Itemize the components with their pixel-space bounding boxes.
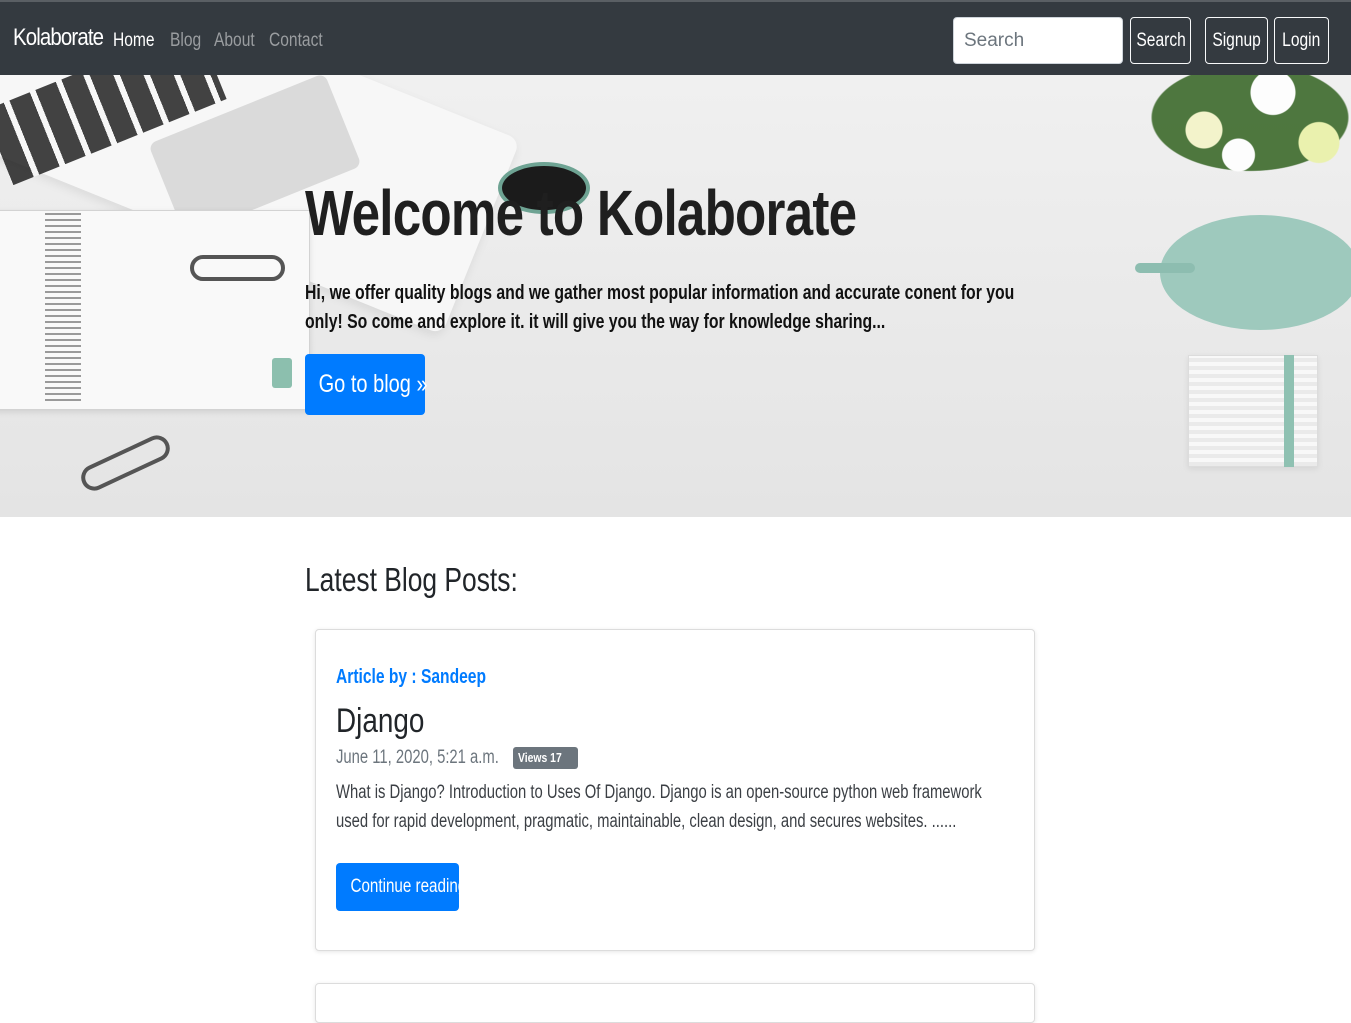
notebook-spiral-illustration: [45, 213, 81, 405]
post-title: Django: [336, 702, 425, 740]
brand-logo[interactable]: Kolaborate: [13, 24, 104, 52]
post-date: June 11, 2020, 5:21 a.m.: [336, 747, 499, 768]
search-button-label: Search: [1136, 30, 1186, 51]
post-meta: June 11, 2020, 5:21 a.m. Views 17: [336, 747, 578, 769]
blog-post-card: Article by : Sandeep Django June 11, 202…: [315, 629, 1035, 951]
search-button[interactable]: Search: [1130, 17, 1191, 64]
hero-jumbotron: Welcome to Kolaborate Hi, we offer quali…: [0, 75, 1351, 517]
signup-button[interactable]: Signup: [1205, 17, 1268, 64]
book-band-illustration: [1284, 355, 1294, 467]
continue-reading-button[interactable]: Continue reading: [336, 863, 466, 911]
post-excerpt: What is Django? Introduction to Uses Of …: [336, 782, 982, 832]
teapot-spout-illustration: [1135, 263, 1195, 273]
binder-clip-illustration: [190, 255, 285, 281]
search-input[interactable]: [953, 17, 1123, 64]
nav-about-link[interactable]: About: [214, 30, 255, 52]
flowers-illustration: [1135, 75, 1351, 180]
blog-post-card-next: [315, 983, 1035, 1023]
login-button[interactable]: Login: [1274, 17, 1329, 64]
nav-home-link[interactable]: Home: [113, 30, 155, 52]
views-badge-label: Views 17: [517, 750, 562, 765]
top-navbar: Kolaborate Home Blog About Contact Searc…: [0, 0, 1351, 75]
go-to-blog-label: Go to blog »: [318, 370, 428, 398]
post-author-link[interactable]: Article by : Sandeep: [336, 666, 486, 689]
hero-title: Welcome to Kolaborate: [305, 177, 857, 249]
signup-button-label: Signup: [1212, 30, 1261, 51]
nav-contact-link[interactable]: Contact: [269, 30, 323, 52]
go-to-blog-button[interactable]: Go to blog »: [305, 354, 428, 415]
hero-description: Hi, we offer quality blogs and we gather…: [305, 282, 1015, 333]
views-badge: Views 17: [512, 747, 578, 769]
login-button-label: Login: [1282, 30, 1321, 51]
eraser-illustration: [272, 358, 292, 388]
book-illustration: [1188, 355, 1318, 467]
nav-links: Home Blog About Contact: [113, 30, 329, 52]
nav-blog-link[interactable]: Blog: [170, 30, 201, 52]
binder-clip-illustration: [76, 431, 175, 495]
continue-reading-label: Continue reading: [350, 876, 467, 897]
section-title: Latest Blog Posts:: [305, 561, 518, 598]
